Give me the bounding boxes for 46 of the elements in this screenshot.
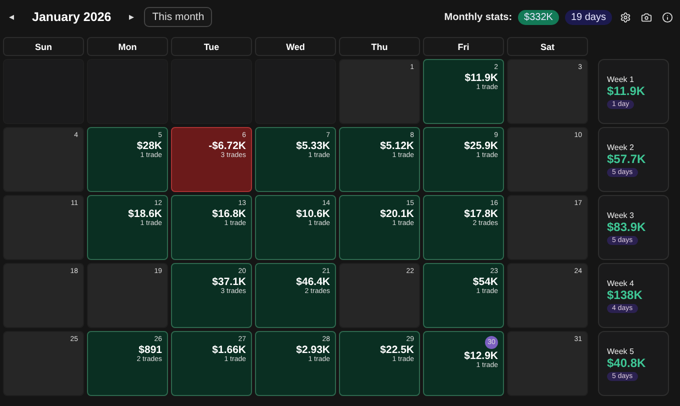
weekday-header: Tue: [171, 37, 252, 56]
weekday-header: Sat: [507, 37, 588, 56]
week-label: Week 3: [607, 210, 634, 220]
week-label: Week 5: [607, 346, 634, 356]
previous-month-button[interactable]: ◂: [5, 9, 18, 25]
week-pnl: $57.7K: [607, 152, 646, 166]
settings-icon[interactable]: [618, 12, 633, 22]
day-pnl: $5.12K: [380, 140, 414, 152]
day-pnl: -$6.72K: [208, 140, 246, 152]
monthly-days-badge: 19 days: [564, 10, 612, 24]
monthly-stats-label: Monthly stats:: [444, 12, 512, 22]
week-pnl: $40.8K: [607, 356, 646, 370]
weekday-header: Sun: [3, 37, 84, 56]
this-month-button[interactable]: This month: [144, 7, 212, 27]
day-pnl: $54K: [472, 276, 498, 288]
week-label: Week 4: [607, 278, 634, 288]
weekday-header: Mon: [87, 37, 168, 56]
weekday-header: Wed: [255, 37, 336, 56]
day-pnl: $2.93K: [296, 344, 330, 356]
day-pnl: $18.6K: [128, 208, 162, 220]
info-icon[interactable]: [660, 12, 675, 22]
week-pnl: $138K: [607, 288, 642, 302]
week-label: Week 2: [607, 142, 634, 152]
day-pnl: $28K: [136, 140, 162, 152]
day-pnl: $11.9K: [464, 72, 498, 84]
day-pnl: $37.1K: [212, 276, 246, 288]
month-title: January 2026: [32, 10, 112, 24]
day-pnl: $5.33K: [296, 140, 330, 152]
day-pnl: $46.4K: [296, 276, 330, 288]
day-pnl: $891: [138, 344, 162, 356]
week-pnl: $83.9K: [607, 220, 646, 234]
week-label: Week 1: [607, 74, 634, 84]
next-month-button[interactable]: ▸: [125, 9, 138, 25]
weekday-header: Fri: [423, 37, 504, 56]
day-pnl: $1.66K: [212, 344, 246, 356]
week-pnl: $11.9K: [607, 84, 646, 98]
day-pnl: $20.1K: [380, 208, 414, 220]
day-pnl: $12.9K: [464, 350, 498, 362]
camera-icon[interactable]: [639, 12, 654, 22]
weekday-header: Thu: [339, 37, 420, 56]
day-pnl: $17.8K: [464, 208, 498, 220]
day-pnl: $10.6K: [296, 208, 330, 220]
day-pnl: $25.9K: [464, 140, 498, 152]
day-pnl: $22.5K: [380, 344, 414, 356]
day-pnl: $16.8K: [212, 208, 246, 220]
monthly-pnl-badge: $332K: [518, 10, 559, 24]
